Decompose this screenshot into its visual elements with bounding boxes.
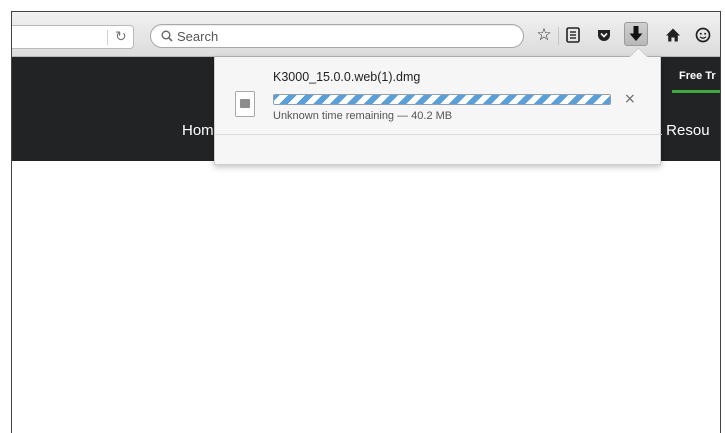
download-status: Unknown time remaining — 40.2 MB	[273, 110, 453, 122]
bookmark-star-icon[interactable]: ☆	[534, 25, 554, 45]
reading-list-icon[interactable]	[563, 25, 583, 45]
download-progress-fill	[274, 95, 610, 104]
pocket-icon[interactable]	[594, 25, 614, 45]
toolbar-separator	[558, 27, 559, 45]
home-icon[interactable]	[663, 25, 683, 45]
search-icon	[161, 27, 173, 43]
download-button[interactable]	[624, 22, 648, 46]
downloads-panel: K3000_15.0.0.web(1).dmg Unknown time rem…	[214, 47, 661, 165]
file-icon	[235, 91, 255, 117]
download-file-name[interactable]: K3000_15.0.0.web(1).dmg	[273, 70, 420, 84]
chat-icon[interactable]	[693, 25, 713, 45]
search-input[interactable]	[177, 27, 507, 45]
cancel-download-icon[interactable]: ×	[624, 91, 636, 107]
search-bar[interactable]	[150, 24, 524, 48]
nav-free-trial-link[interactable]: Free Tr	[679, 70, 716, 82]
url-bar[interactable]: ↻	[12, 25, 134, 49]
browser-window: ↻ ☆	[11, 11, 721, 433]
nav-home-link[interactable]: Hom	[182, 122, 214, 139]
browser-toolbar: ↻ ☆	[12, 12, 720, 57]
download-progress-bar	[273, 94, 611, 105]
nav-active-underline	[672, 90, 720, 93]
url-bar-separator	[107, 30, 108, 45]
panel-divider	[215, 134, 660, 135]
reload-icon[interactable]: ↻	[115, 29, 127, 45]
download-arrow-icon	[628, 23, 644, 45]
